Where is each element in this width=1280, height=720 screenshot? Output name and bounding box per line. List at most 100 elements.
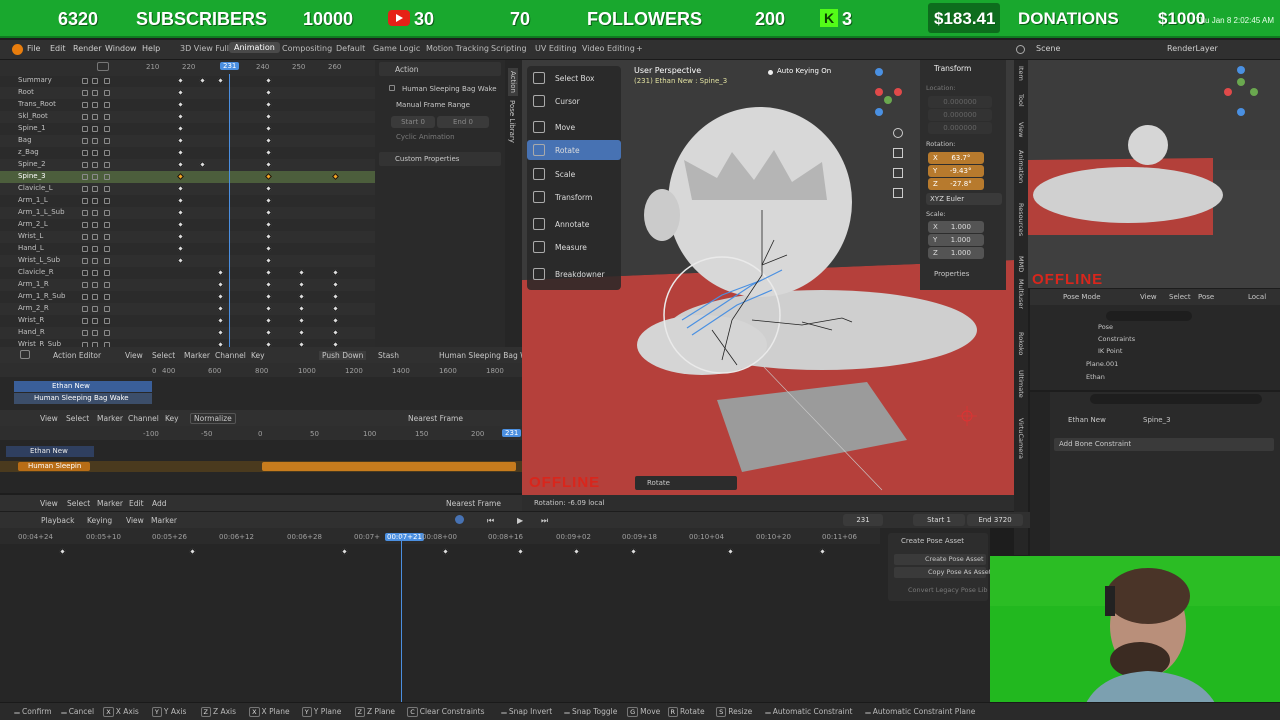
timeline-keyframe[interactable] [58,547,67,556]
workspace-animation[interactable]: Animation [229,42,280,53]
keyframe[interactable] [264,244,273,253]
rotation-mode-selector[interactable]: XYZ Euler [926,193,1002,205]
keyframe[interactable] [297,328,306,337]
channel-toggle-icon[interactable] [82,78,88,84]
outliner-search[interactable] [1106,311,1192,321]
channel-toggle-icon[interactable] [92,162,98,168]
timeline-keyframe[interactable] [726,547,735,556]
tool-cursor[interactable]: Cursor [527,91,621,111]
keyframe[interactable] [264,208,273,217]
tab-pose-library[interactable]: Pose Library [508,100,516,143]
side-tab-virtucamera[interactable]: VirtuCamera [1017,418,1025,459]
normalize-toggle[interactable]: Normalize [190,413,236,424]
channel-toggle-icon[interactable] [104,198,110,204]
channel-toggle-icon[interactable] [82,222,88,228]
keyframe[interactable] [216,76,225,85]
keyframe[interactable] [216,328,225,337]
side-tab-rokoko[interactable]: Rokoko [1017,332,1025,355]
dope-playhead[interactable] [229,74,230,347]
channel-toggle-icon[interactable] [104,294,110,300]
action-section-header[interactable]: Action [379,62,501,76]
channel-toggle-icon[interactable] [82,282,88,288]
channel-toggle-icon[interactable] [104,78,110,84]
bone-channel-row[interactable]: Bag [0,135,375,147]
workspace-video-editing[interactable]: Video Editing [582,44,635,53]
rotation-x-field[interactable]: X 63.7° [928,152,984,164]
zoom-icon[interactable] [893,128,903,138]
playback-controls[interactable]: ⏮ ▶ ⏭ [455,515,565,525]
side-tab-ultimate[interactable]: Ultimate [1017,370,1025,398]
channel-toggle-icon[interactable] [92,174,98,180]
timeline-area[interactable]: 00:04+24 00:05+10 00:05+26 00:06+12 00:06+28… [0,528,990,702]
channel-toggle-icon[interactable] [104,138,110,144]
end-frame-field[interactable]: End 3720 [967,514,1023,526]
outliner[interactable]: Pose Constraints IK Point Plane.001 Etha… [1030,305,1280,390]
keyframe[interactable] [264,220,273,229]
side-tab-multiuser[interactable]: Multiuser [1017,279,1025,309]
keyframe[interactable] [264,136,273,145]
last-operator-panel[interactable]: Rotate [635,476,737,490]
workspace-default[interactable]: Default [336,44,365,53]
stash-button[interactable]: Stash [378,351,399,360]
keyframe[interactable] [331,172,340,181]
side-tab-item[interactable]: Item [1017,66,1025,81]
channel-toggle-icon[interactable] [92,222,98,228]
location-z-field[interactable]: 0.000000 [928,122,992,134]
channel-toggle-icon[interactable] [104,150,110,156]
menu-key[interactable]: Key [251,351,265,360]
channel-toggle-icon[interactable] [104,306,110,312]
outliner-item-plane[interactable]: Plane.001 [1086,360,1118,368]
bone-channel-row[interactable]: Arm_1_R_Sub [0,291,375,303]
keying-menu[interactable]: Keying [87,516,112,525]
menu-view[interactable]: View [126,516,144,525]
properties-tabs[interactable] [1030,392,1050,556]
channel-toggle-icon[interactable] [82,90,88,96]
bone-channel-row[interactable]: Hand_L [0,243,375,255]
timeline-keyframe[interactable] [572,547,581,556]
channel-toggle-icon[interactable] [92,306,98,312]
add-workspace-button[interactable]: + [636,44,643,53]
tool-annotate[interactable]: Annotate [527,214,621,234]
keyframe[interactable] [297,268,306,277]
outliner-item-constraints[interactable]: Constraints [1098,335,1135,343]
dope-sheet-panel[interactable]: 210 220 231 240 250 260 Summary Root Trans… [0,60,375,347]
channel-toggle-icon[interactable] [82,162,88,168]
menu-render[interactable]: Render [73,44,101,53]
keyframe[interactable] [176,124,185,133]
nla-editor-upper[interactable]: 0 400 600 800 1000 1200 1400 1600 1800 E… [0,363,522,410]
current-frame-field[interactable]: 231 [843,514,883,526]
keyframe[interactable] [331,280,340,289]
channel-toggle-icon[interactable] [92,102,98,108]
menu-marker[interactable]: Marker [97,499,123,508]
bone-channel-row[interactable]: Spine_1 [0,123,375,135]
start-frame-field[interactable]: Start 1 [913,514,965,526]
scale-y-field[interactable]: Y 1.000 [928,234,984,246]
channel-toggle-icon[interactable] [82,150,88,156]
menu-select[interactable]: Select [67,499,90,508]
channel-toggle-icon[interactable] [104,102,110,108]
keyframe[interactable] [176,100,185,109]
bone-channel-row[interactable]: Spine_2 [0,159,375,171]
channel-toggle-icon[interactable] [92,90,98,96]
menu-view[interactable]: View [1140,293,1157,301]
menu-window[interactable]: Window [105,44,137,53]
menu-marker[interactable]: Marker [184,351,210,360]
timeline-keyframe[interactable] [340,547,349,556]
bone-channel-row[interactable]: Summary [0,75,375,87]
menu-select[interactable]: Select [1169,293,1191,301]
bone-channel-row[interactable]: z_Bag [0,147,375,159]
bone-channel-row[interactable]: Wrist_L_Sub [0,255,375,267]
side-tab-resources[interactable]: Resources [1017,203,1025,236]
timeline-keyframe[interactable] [629,547,638,556]
channel-toggle-icon[interactable] [82,174,88,180]
nla-action-strip[interactable] [262,462,516,471]
create-pose-asset-panel[interactable]: Create Pose Asset Create Pose Asset Copy… [888,533,991,601]
timeline-playhead[interactable] [401,538,402,702]
keyframe[interactable] [176,172,185,181]
channel-toggle-icon[interactable] [82,210,88,216]
keyframe[interactable] [264,292,273,301]
tool-rotate[interactable]: Rotate [527,140,621,160]
bone-channel-row[interactable]: Root [0,87,375,99]
channel-toggle-icon[interactable] [82,246,88,252]
channel-toggle-icon[interactable] [82,114,88,120]
